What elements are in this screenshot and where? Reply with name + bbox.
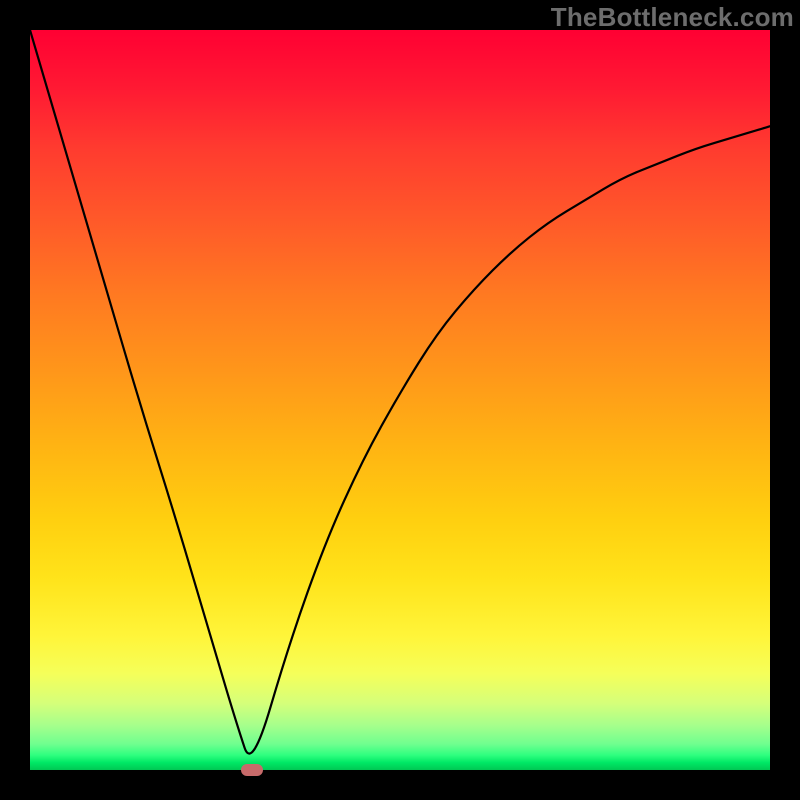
bottleneck-curve xyxy=(30,30,770,754)
chart-frame: TheBottleneck.com xyxy=(0,0,800,800)
optimal-point-marker xyxy=(241,764,263,776)
curve-layer xyxy=(30,30,770,770)
plot-area xyxy=(30,30,770,770)
watermark-text: TheBottleneck.com xyxy=(551,2,794,33)
